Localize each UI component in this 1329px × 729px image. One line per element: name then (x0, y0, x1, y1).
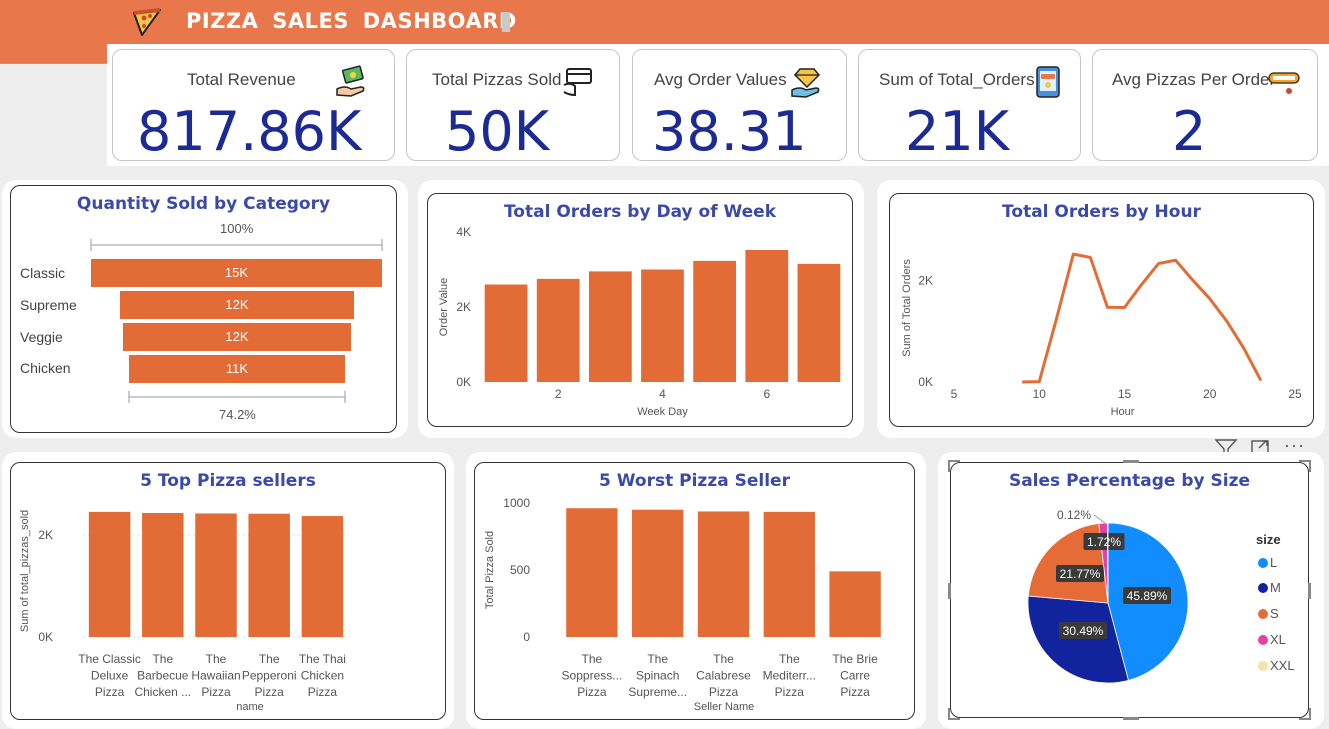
legend-item[interactable]: XL (1270, 632, 1286, 647)
legend-marker (1258, 609, 1268, 619)
resize-handle[interactable] (1123, 460, 1139, 463)
resize-handle[interactable] (1299, 460, 1311, 472)
legend-title: size (1256, 532, 1281, 547)
resize-handle[interactable] (1299, 708, 1311, 720)
data-label: 45.89% (1127, 589, 1168, 603)
resize-handle[interactable] (948, 583, 951, 599)
data-label: 1.72% (1087, 535, 1121, 549)
legend-marker (1258, 635, 1268, 645)
leader-line (1093, 514, 1106, 524)
legend-marker (1258, 661, 1268, 671)
resize-handle[interactable] (948, 708, 960, 720)
legend-marker (1258, 583, 1268, 593)
resize-handle[interactable] (948, 460, 960, 472)
data-label: 0.12% (1057, 508, 1091, 522)
legend-item[interactable]: XXL (1270, 658, 1295, 673)
legend-item[interactable]: S (1270, 606, 1279, 621)
resize-handle[interactable] (1123, 717, 1139, 720)
resize-handle[interactable] (1308, 583, 1311, 599)
legend-item[interactable]: L (1270, 555, 1277, 570)
data-label: 30.49% (1063, 624, 1104, 638)
legend-marker (1258, 558, 1268, 568)
size-chart-svg: 45.89% 30.49% 21.77% 1.72% 0.12% (1027, 508, 1189, 684)
data-label: 21.77% (1060, 567, 1101, 581)
legend-item[interactable]: M (1270, 580, 1281, 595)
